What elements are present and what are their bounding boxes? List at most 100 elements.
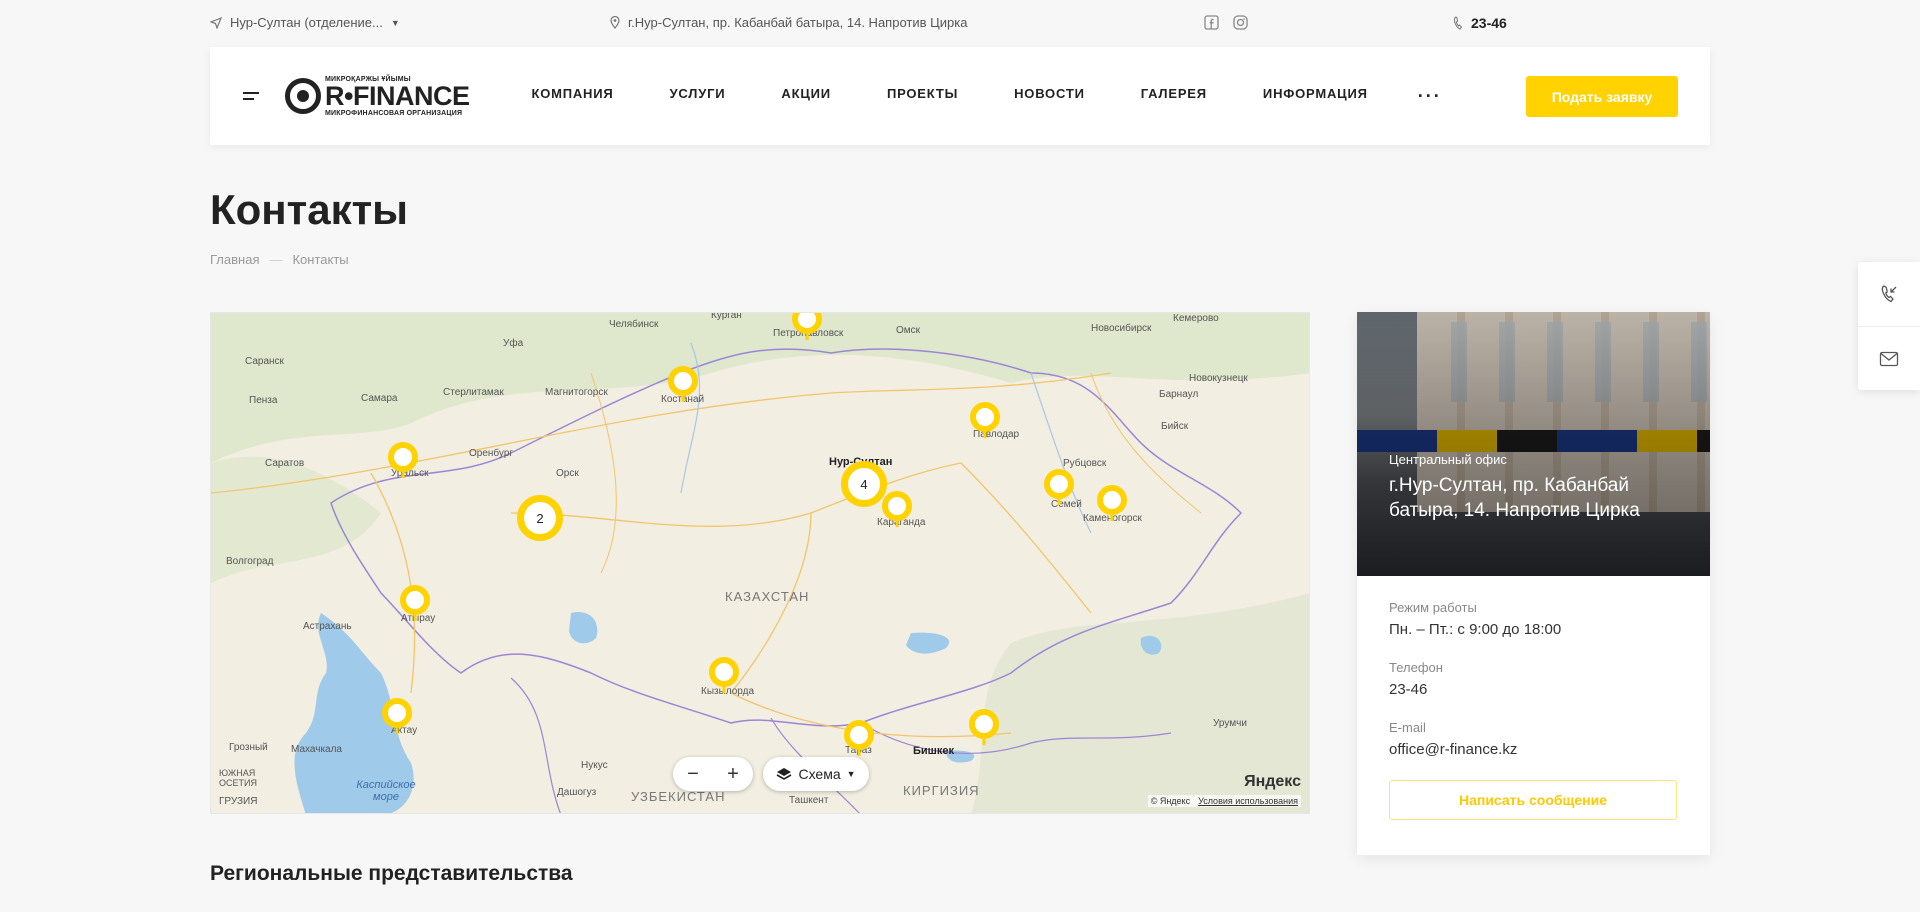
zoom-out-button[interactable]: − bbox=[687, 763, 699, 786]
email-label: E-mail bbox=[1389, 720, 1426, 735]
email-value[interactable]: office@r-finance.kz bbox=[1389, 741, 1678, 758]
nav-gallery[interactable]: ГАЛЕРЕЯ bbox=[1141, 86, 1207, 107]
breadcrumb-home[interactable]: Главная bbox=[210, 252, 259, 267]
map-label-nukus: Нукус bbox=[581, 760, 608, 771]
map-pin-atyrau[interactable] bbox=[400, 585, 430, 615]
map-pin-kostanay[interactable] bbox=[668, 366, 698, 396]
nav-news[interactable]: НОВОСТИ bbox=[1014, 86, 1085, 107]
nav-promotions[interactable]: АКЦИИ bbox=[781, 86, 831, 107]
map-label-novokuznetsk: Новокузнецк bbox=[1189, 373, 1248, 384]
mail-icon bbox=[1879, 351, 1899, 366]
terms-link[interactable]: Условия использования bbox=[1198, 796, 1298, 806]
map-pin-kyzylorda[interactable] bbox=[709, 657, 739, 687]
hours-value: Пн. – Пт.: с 9:00 до 18:00 bbox=[1389, 621, 1562, 638]
map-pin-semey[interactable] bbox=[1044, 469, 1074, 499]
location-pin-icon bbox=[610, 16, 620, 29]
phone-value[interactable]: 23-46 bbox=[1389, 681, 1678, 698]
map-label-kurgan: Курган bbox=[711, 312, 742, 321]
map-label-saransk: Саранск bbox=[245, 356, 284, 367]
map-label-tashkent: Ташкент bbox=[789, 795, 829, 806]
map-label-uzbekistan: УЗБЕКИСТАН bbox=[631, 789, 726, 804]
central-office-card: Центральный офис г.Нур-Султан, пр. Кабан… bbox=[1357, 312, 1710, 855]
map-label-volgograd: Волгоград bbox=[226, 556, 274, 567]
map-label-grozny: Грозный bbox=[229, 742, 268, 753]
map-label-bishkek: Бишкек bbox=[913, 745, 954, 757]
logo-mark bbox=[285, 78, 321, 114]
social-links bbox=[1204, 15, 1248, 30]
map-pin-pavlodar[interactable] bbox=[970, 402, 1000, 432]
callback-button[interactable] bbox=[1858, 262, 1920, 326]
office-photo: Центральный офис г.Нур-Султан, пр. Кабан… bbox=[1357, 312, 1710, 576]
submit-application-button[interactable]: Подать заявку bbox=[1526, 76, 1678, 117]
map-type-label: Схема bbox=[798, 766, 841, 782]
logo-name: R•FINANCE bbox=[325, 80, 470, 111]
top-address: г.Нур-Султан, пр. Кабанбай батыра, 14. Н… bbox=[610, 15, 967, 30]
menu-burger-icon[interactable] bbox=[243, 90, 261, 102]
office-label: Центральный офис bbox=[1389, 452, 1507, 467]
map-type-selector[interactable]: Схема ▼ bbox=[763, 757, 869, 791]
city-selector[interactable]: Нур-Султан (отделение... ▼ bbox=[210, 15, 400, 30]
map-label-kyzylorda: Кызылорда bbox=[701, 686, 755, 697]
map-label-caspian-sea: Каспийское море bbox=[356, 779, 416, 803]
breadcrumb-current: Контакты bbox=[292, 252, 349, 267]
map-label-dashoguz: Дашогуз bbox=[557, 787, 597, 798]
map-label-magnitogorsk: Магнитогорск bbox=[545, 387, 608, 398]
nav-information[interactable]: ИНФОРМАЦИЯ bbox=[1263, 86, 1368, 107]
top-phone[interactable]: 23-46 bbox=[1453, 15, 1507, 31]
map-label-makhachkala: Махачкала bbox=[291, 744, 342, 755]
zoom-in-button[interactable]: + bbox=[727, 763, 739, 786]
map-label-rubtsovsk: Рубцовск bbox=[1063, 458, 1107, 469]
map-cluster-4[interactable]: 4 bbox=[841, 461, 887, 507]
phone-label: Телефон bbox=[1389, 660, 1443, 675]
map-label-saratov: Саратов bbox=[265, 458, 305, 469]
map-label-kemerovo: Кемерово bbox=[1173, 313, 1219, 324]
office-address: г.Нур-Султан, пр. Кабанбай батыра, 14. Н… bbox=[1389, 475, 1640, 521]
map-pin-almaty[interactable] bbox=[969, 709, 999, 739]
map-label-georgia: ГРУЗИЯ bbox=[219, 796, 258, 807]
map-label-semey: Семей bbox=[1051, 499, 1082, 510]
map-pin-karaganda[interactable] bbox=[882, 491, 912, 521]
map-label-biysk: Бийск bbox=[1161, 421, 1189, 432]
chevron-down-icon: ▼ bbox=[390, 17, 400, 28]
contacts-map[interactable]: Челябинск Курган Петропавловск Омск Ново… bbox=[210, 312, 1310, 814]
logo-tagline-ru: МИКРОФИНАНСОВАЯ ОРГАНИЗАЦИЯ bbox=[325, 109, 463, 117]
map-label-chelyabinsk: Челябинск bbox=[609, 319, 659, 330]
map-label-omsk: Омск bbox=[896, 325, 921, 336]
map-label-sterlitamak: Стерлитамак bbox=[443, 387, 504, 398]
top-address-text: г.Нур-Султан, пр. Кабанбай батыра, 14. Н… bbox=[628, 15, 968, 30]
email-button[interactable] bbox=[1858, 326, 1920, 390]
instagram-icon[interactable] bbox=[1233, 15, 1248, 30]
map-label-barnaul: Барнаул bbox=[1159, 389, 1199, 400]
logo[interactable]: МИКРОҚАРЖЫ ҰЙЫМЫ R•FINANCE МИКРОФИНАНСОВ… bbox=[285, 76, 470, 117]
map-cluster-2[interactable]: 2 bbox=[517, 495, 563, 541]
map-label-south-ossetia: ЮЖНАЯ ОСЕТИЯ bbox=[219, 768, 257, 788]
callback-icon bbox=[1881, 285, 1897, 303]
top-phone-number: 23-46 bbox=[1471, 15, 1507, 31]
map-label-novosibirsk: Новосибирск bbox=[1091, 323, 1152, 334]
map-pin-taraz[interactable] bbox=[844, 720, 874, 750]
main-header: МИКРОҚАРЖЫ ҰЙЫМЫ R•FINANCE МИКРОФИНАНСОВ… bbox=[210, 47, 1710, 145]
navigation-icon bbox=[210, 16, 222, 29]
map-pin-ust-kamenogorsk[interactable] bbox=[1097, 485, 1127, 515]
nav-company[interactable]: КОМПАНИЯ bbox=[531, 86, 613, 107]
write-message-button[interactable]: Написать сообщение bbox=[1389, 780, 1677, 820]
nav-projects[interactable]: ПРОЕКТЫ bbox=[887, 86, 958, 107]
city-label: Нур-Султан (отделение... bbox=[230, 15, 383, 30]
map-label-penza: Пенза bbox=[249, 395, 278, 406]
layers-icon bbox=[777, 768, 792, 780]
top-info-bar: Нур-Султан (отделение... ▼ г.Нур-Султан,… bbox=[210, 0, 1710, 46]
yandex-logo[interactable]: Яндекс bbox=[1244, 773, 1301, 791]
breadcrumb: Главная — Контакты bbox=[210, 252, 349, 267]
nav-services[interactable]: УСЛУГИ bbox=[670, 86, 726, 107]
map-label-orenburg: Оренбург bbox=[469, 448, 514, 459]
map-label-astrakhan: Астрахань bbox=[303, 621, 352, 632]
map-pin-aktau[interactable] bbox=[382, 698, 412, 728]
more-icon[interactable]: ··· bbox=[1418, 86, 1442, 107]
map-pin-uralsk[interactable] bbox=[388, 442, 418, 472]
facebook-icon[interactable] bbox=[1204, 15, 1219, 30]
map-label-urumqi: Урумчи bbox=[1213, 718, 1247, 729]
page-title: Контакты bbox=[210, 186, 409, 233]
map-label-orsk: Орск bbox=[556, 468, 579, 479]
map-zoom-control: − + bbox=[673, 757, 753, 791]
map-label-ufa: Уфа bbox=[503, 338, 524, 349]
